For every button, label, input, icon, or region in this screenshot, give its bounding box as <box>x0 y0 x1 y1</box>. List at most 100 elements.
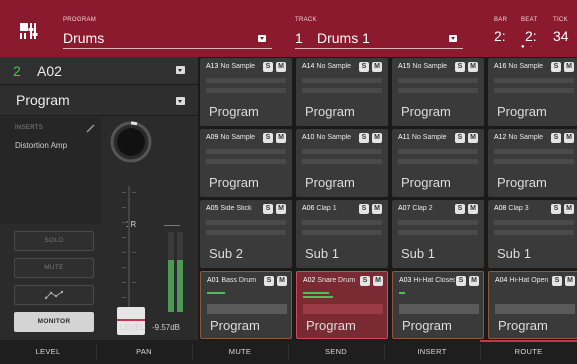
program-dropdown-icon[interactable] <box>258 35 266 42</box>
pad-a04[interactable]: A04 Hi-Hat Open S M Program <box>488 271 577 339</box>
pad-meter-bar <box>302 230 382 235</box>
pad-sample-label: No Sample <box>220 134 256 141</box>
pan-knob-icon[interactable] <box>110 121 152 163</box>
automation-button[interactable] <box>14 285 94 305</box>
pad-mute-button[interactable]: M <box>372 204 382 214</box>
pad-a16[interactable]: A16 No Sample S M Program <box>488 58 577 126</box>
program-value[interactable]: Drums <box>63 30 104 46</box>
pad-a13[interactable]: A13 No Sample S M Program <box>200 58 292 126</box>
pad-mute-button[interactable]: M <box>372 62 382 72</box>
pad-sample-name: A01 Bass Drum <box>207 277 263 284</box>
pad-meter-bar <box>302 88 382 93</box>
pad-solo-button[interactable]: S <box>263 204 273 214</box>
pad-meter-bar <box>494 230 574 235</box>
pad-mute-button[interactable]: M <box>373 276 383 286</box>
pad-a07[interactable]: A07 Clap 2 S M Sub 1 <box>392 200 484 268</box>
pad-sample-name: A07 Clap 2 <box>398 205 454 212</box>
pad-sample-name: A10 No Sample <box>302 134 358 141</box>
program-type-label: Program <box>16 92 70 108</box>
tab-send[interactable]: SEND <box>288 340 384 364</box>
pad-solo-button[interactable]: S <box>359 62 369 72</box>
tab-level[interactable]: LEVEL <box>0 340 96 364</box>
pad-a03[interactable]: A03 Hi-Hat Closed S M Program <box>392 271 484 339</box>
program-type-selector[interactable]: Program <box>0 86 198 116</box>
pad-mute-button[interactable]: M <box>468 133 478 143</box>
program-type-dropdown-icon[interactable] <box>176 97 185 105</box>
pad-mute-button[interactable]: M <box>276 133 286 143</box>
pad-level-bar <box>207 304 287 314</box>
pad-mute-button[interactable]: M <box>469 276 479 286</box>
pad-mute-button[interactable]: M <box>468 204 478 214</box>
beat-value: 2: <box>525 28 537 44</box>
scale-tick <box>122 282 126 283</box>
pad-meter-bar <box>398 88 478 93</box>
level-fader-track[interactable] <box>128 186 130 316</box>
pad-solo-button[interactable]: S <box>551 62 561 72</box>
pad-solo-button[interactable]: S <box>551 133 561 143</box>
pad-solo-button[interactable]: S <box>455 204 465 214</box>
track-name[interactable]: Drums 1 <box>317 30 370 46</box>
scale-tick <box>122 252 126 253</box>
pad-solo-button[interactable]: S <box>552 276 562 286</box>
pad-a11[interactable]: A11 No Sample S M Program <box>392 129 484 197</box>
mute-button[interactable]: MUTE <box>14 258 94 278</box>
pad-a14[interactable]: A14 No Sample S M Program <box>296 58 388 126</box>
pan-fader-column: 1R <box>102 117 198 340</box>
pad-selector[interactable]: 2 A02 <box>0 57 198 85</box>
pad-mute-button[interactable]: M <box>277 276 287 286</box>
pad-mute-button[interactable]: M <box>276 62 286 72</box>
track-number[interactable]: 1 <box>295 30 303 46</box>
pad-solo-button[interactable]: S <box>264 276 274 286</box>
pad-solo-button[interactable]: S <box>359 204 369 214</box>
pad-route-label: Program <box>497 104 547 119</box>
pad-a05[interactable]: A05 Side Stick S M Sub 2 <box>200 200 292 268</box>
tab-mute[interactable]: MUTE <box>192 340 288 364</box>
pad-sample-name: A06 Clap 1 <box>302 205 358 212</box>
pad-mute-button[interactable]: M <box>564 62 574 72</box>
level-value: -9.57dB <box>152 323 181 332</box>
pad-a12[interactable]: A12 No Sample S M Program <box>488 129 577 197</box>
pad-a15[interactable]: A15 No Sample S M Program <box>392 58 484 126</box>
pad-solo-button[interactable]: S <box>263 133 273 143</box>
pad-sample-label: Clap 3 <box>508 205 529 212</box>
monitor-button[interactable]: MONITOR <box>14 312 94 332</box>
pad-solo-button[interactable]: S <box>360 276 370 286</box>
tab-insert[interactable]: INSERT <box>384 340 480 364</box>
insert-item[interactable]: Distortion Amp <box>15 141 67 150</box>
pad-solo-button[interactable]: S <box>455 62 465 72</box>
pad-mute-button[interactable]: M <box>564 133 574 143</box>
solo-button[interactable]: SOLO <box>14 231 94 251</box>
pad-sample-label: Clap 1 <box>316 205 337 212</box>
pad-a02[interactable]: A02 Snare Drum S M Program <box>296 271 388 339</box>
pad-dropdown-icon[interactable] <box>176 66 185 74</box>
tab-route[interactable]: ROUTE <box>480 340 577 364</box>
pad-a08[interactable]: A08 Clap 3 S M Sub 1 <box>488 200 577 268</box>
pad-route-label: Program <box>210 318 260 333</box>
pad-meter-bar <box>302 159 382 164</box>
pad-mute-button[interactable]: M <box>468 62 478 72</box>
pad-sample-label: No Sample <box>411 134 447 141</box>
automation-curve-icon <box>44 290 64 300</box>
track-dropdown-icon[interactable] <box>449 35 457 42</box>
pad-solo-button[interactable]: S <box>551 204 561 214</box>
pad-solo-button[interactable]: S <box>455 133 465 143</box>
pad-route-label: Program <box>498 318 548 333</box>
tab-pan[interactable]: PAN <box>96 340 192 364</box>
pad-a06[interactable]: A06 Clap 1 S M Sub 1 <box>296 200 388 268</box>
inserts-panel[interactable]: INSERTS Distortion Amp <box>0 117 102 224</box>
pad-mute-button[interactable]: M <box>372 133 382 143</box>
mixer-logo-icon[interactable] <box>18 20 40 42</box>
pencil-icon[interactable] <box>86 124 95 133</box>
pad-mute-button[interactable]: M <box>276 204 286 214</box>
pad-meter-top <box>399 292 405 294</box>
pad-name: A02 <box>37 63 62 79</box>
pad-solo-button[interactable]: S <box>263 62 273 72</box>
pad-a09[interactable]: A09 No Sample S M Program <box>200 129 292 197</box>
pad-a10[interactable]: A10 No Sample S M Program <box>296 129 388 197</box>
pad-solo-button[interactable]: S <box>359 133 369 143</box>
pad-solo-button[interactable]: S <box>456 276 466 286</box>
pad-sample-label: Snare Drum <box>317 277 356 284</box>
pad-mute-button[interactable]: M <box>565 276 575 286</box>
pad-a01[interactable]: A01 Bass Drum S M Program <box>200 271 292 339</box>
pad-mute-button[interactable]: M <box>564 204 574 214</box>
